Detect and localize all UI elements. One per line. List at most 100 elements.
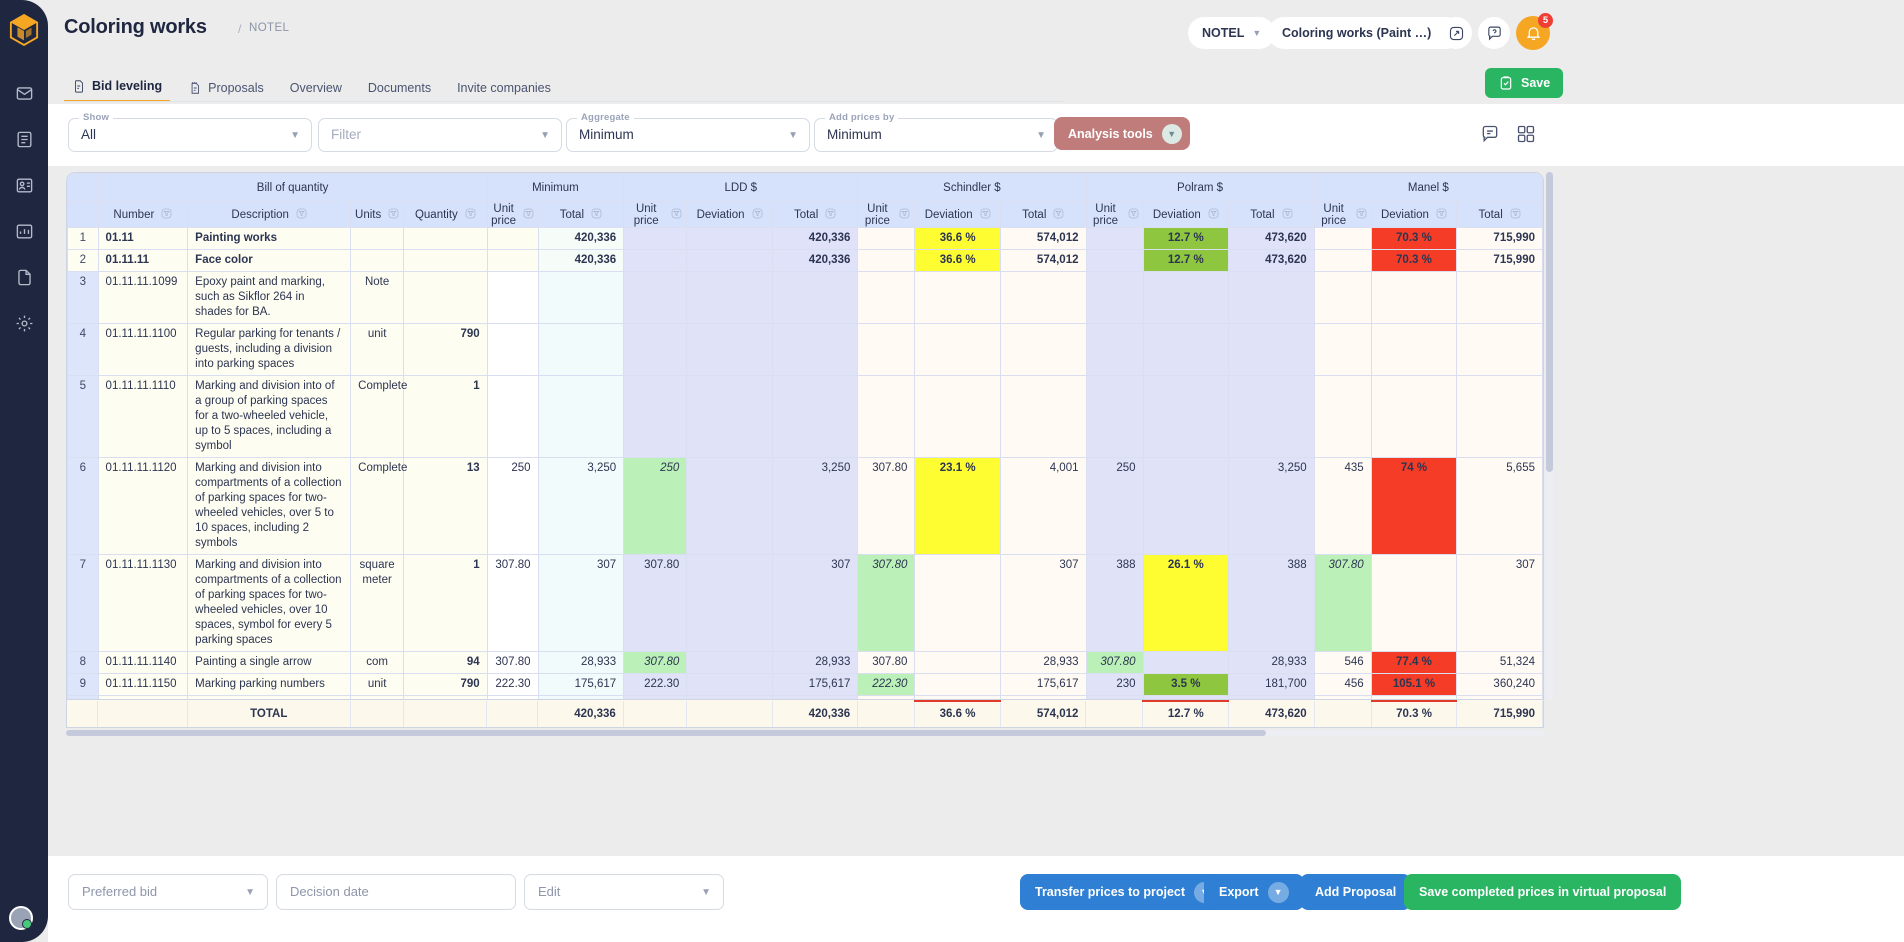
column-filter-icon[interactable]	[976, 208, 991, 221]
cell-value[interactable]: 105.1 %	[1370, 673, 1458, 696]
cell-value[interactable]: 456	[1313, 673, 1372, 696]
cell-value[interactable]	[686, 227, 773, 250]
table-column-header[interactable]: Total	[1228, 201, 1315, 228]
cell-value[interactable]: 307	[537, 554, 625, 652]
cell-value[interactable]	[1456, 271, 1543, 324]
cell-value[interactable]	[623, 323, 688, 376]
cell-value[interactable]	[537, 375, 625, 458]
cell-value[interactable]	[857, 227, 916, 250]
cell-value[interactable]	[350, 249, 405, 272]
cell-value[interactable]	[914, 323, 1001, 376]
add-proposal-button[interactable]: Add Proposal	[1300, 874, 1412, 910]
cell-value[interactable]	[686, 673, 773, 696]
cell-value[interactable]	[486, 375, 539, 458]
tab-bid-leveling[interactable]: Bid leveling	[64, 79, 171, 102]
cell-value[interactable]: 307	[999, 554, 1087, 652]
cell-value[interactable]: 36.6 %	[914, 249, 1001, 272]
cell-value[interactable]: 790	[403, 673, 488, 696]
cell-value[interactable]: 307.80	[857, 651, 916, 674]
save-button[interactable]: Save	[1485, 68, 1564, 98]
cell-value[interactable]	[686, 651, 773, 674]
show-select[interactable]: Show All ▼	[68, 112, 312, 152]
cell-value[interactable]	[486, 323, 539, 376]
cell-value[interactable]: 36.6 %	[914, 227, 1001, 250]
nav-icon-contacts[interactable]	[11, 172, 37, 198]
cell-value[interactable]: com	[350, 651, 405, 674]
column-filter-icon[interactable]	[587, 208, 602, 221]
cell-value[interactable]: 94	[403, 651, 488, 674]
cell-value[interactable]	[999, 323, 1087, 376]
column-filter-icon[interactable]	[1352, 208, 1367, 221]
cell-value[interactable]: 12.7 %	[1142, 227, 1230, 250]
cell-value[interactable]	[1370, 323, 1458, 376]
cell-value[interactable]	[1313, 323, 1372, 376]
cell-value[interactable]: 175,617	[999, 673, 1087, 696]
cell-value[interactable]: 250	[486, 457, 539, 555]
analysis-tools-button[interactable]: Analysis tools ▼	[1054, 117, 1190, 150]
cell-value[interactable]: 77.4 %	[1370, 651, 1458, 674]
table-column-header[interactable]	[67, 201, 99, 228]
table-column-header[interactable]: Total	[1456, 201, 1543, 228]
cell-value[interactable]: 715,990	[1456, 249, 1543, 272]
cell-value[interactable]	[1228, 323, 1315, 376]
cell-value[interactable]	[914, 554, 1001, 652]
comments-icon[interactable]	[1480, 124, 1500, 144]
table-row[interactable]: 6 01.11.11.1120 Marking and division into …	[67, 457, 1543, 555]
cell-value[interactable]: 3.5 %	[1142, 673, 1230, 696]
cell-description[interactable]: Epoxy paint and marking, such as Sikflor…	[187, 271, 352, 324]
cell-value[interactable]	[999, 271, 1087, 324]
cell-value[interactable]: 13	[403, 457, 488, 555]
column-filter-icon[interactable]	[1432, 208, 1447, 221]
cell-value[interactable]: 435	[1313, 457, 1372, 555]
cell-value[interactable]	[1142, 271, 1230, 324]
cell-value[interactable]: 307	[1456, 554, 1543, 652]
column-filter-icon[interactable]	[821, 208, 836, 221]
cell-value[interactable]: 74 %	[1370, 457, 1458, 555]
help-button[interactable]	[1478, 17, 1510, 49]
cell-value[interactable]	[1085, 249, 1144, 272]
columns-settings-icon[interactable]	[1516, 124, 1536, 144]
decision-date-input[interactable]: Decision date	[276, 874, 516, 910]
cell-value[interactable]: 222.30	[623, 673, 688, 696]
cell-value[interactable]	[686, 554, 773, 652]
cell-value[interactable]: 175,617	[537, 673, 625, 696]
table-column-header[interactable]: Quantity	[403, 201, 488, 228]
column-filter-icon[interactable]	[748, 208, 763, 221]
cell-value[interactable]	[486, 227, 539, 250]
cell-number[interactable]: 01.11.11	[97, 249, 189, 272]
column-filter-icon[interactable]	[384, 208, 399, 221]
cell-description[interactable]: Marking and division into of a group of …	[187, 375, 352, 458]
cell-value[interactable]: 3,250	[537, 457, 625, 555]
cell-number[interactable]: 01.11.11.1150	[97, 673, 189, 696]
cell-value[interactable]: 420,336	[537, 249, 625, 272]
cell-value[interactable]: 790	[403, 323, 488, 376]
cell-value[interactable]	[1142, 651, 1230, 674]
table-column-header[interactable]: Unit price	[857, 201, 916, 228]
cell-value[interactable]	[486, 271, 539, 324]
tab-documents[interactable]: Documents	[360, 81, 439, 102]
cell-value[interactable]	[686, 323, 773, 376]
cell-value[interactable]	[1313, 271, 1372, 324]
cell-value[interactable]	[686, 249, 773, 272]
cell-value[interactable]: 3,250	[771, 457, 859, 555]
cell-value[interactable]	[403, 271, 488, 324]
notifications-button[interactable]: 5	[1516, 13, 1553, 50]
column-filter-icon[interactable]	[895, 208, 910, 221]
cell-description[interactable]: Face color	[187, 249, 352, 272]
cell-value[interactable]: 307.80	[1313, 554, 1372, 652]
table-column-header[interactable]: Total	[999, 201, 1087, 228]
cell-value[interactable]	[1370, 375, 1458, 458]
cell-value[interactable]	[486, 249, 539, 272]
cell-value[interactable]: 250	[623, 457, 688, 555]
cell-value[interactable]: 51,324	[1456, 651, 1543, 674]
column-filter-icon[interactable]	[667, 208, 682, 221]
table-column-header[interactable]: Description	[187, 201, 352, 228]
cell-description[interactable]: Marking and division into compartments o…	[187, 554, 352, 652]
cell-value[interactable]: 70.3 %	[1370, 249, 1458, 272]
table-column-header[interactable]: Total	[537, 201, 625, 228]
user-avatar[interactable]	[9, 906, 33, 930]
cell-value[interactable]: 222.30	[857, 673, 916, 696]
column-filter-icon[interactable]	[519, 208, 534, 221]
cell-value[interactable]: 420,336	[771, 227, 859, 250]
cell-value[interactable]: 473,620	[1228, 227, 1315, 250]
